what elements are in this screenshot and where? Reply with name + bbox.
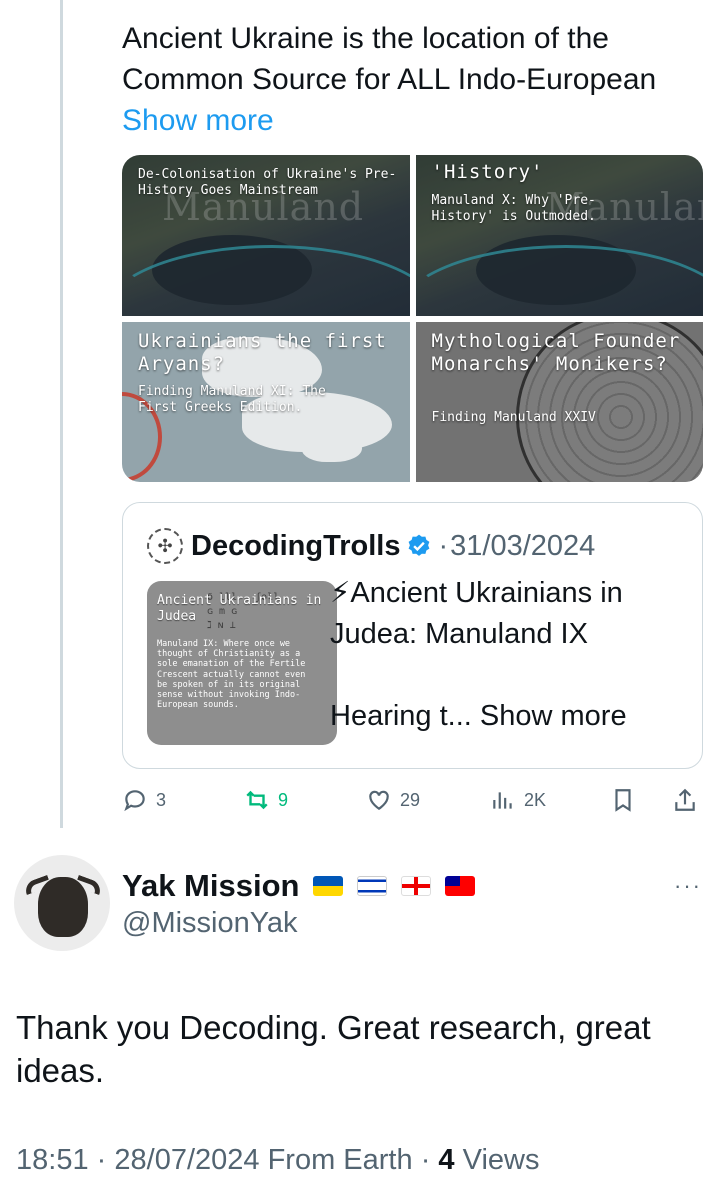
flag-taiwan-icon: [445, 876, 476, 896]
media-title: Mythological Founder Monarchs' Monikers?: [431, 329, 681, 376]
like-button[interactable]: 29: [366, 787, 420, 813]
heart-icon: [369, 790, 389, 810]
views-count: 2K: [524, 789, 547, 810]
views-icon: [493, 792, 512, 809]
media-title: Ukrainians the first Aryans?: [138, 329, 387, 376]
retweet-count: 9: [278, 789, 289, 810]
quote-avatar[interactable]: ✣: [147, 528, 183, 564]
quote-header: ✣ DecodingTrolls · 31/03/2024: [147, 528, 595, 564]
thumb-title: Ancient Ukrainians in Judea: [157, 593, 322, 625]
share-button[interactable]: [672, 787, 706, 813]
reply-icon: [124, 790, 145, 812]
retweet-button[interactable]: 9: [244, 787, 288, 813]
avatar[interactable]: [14, 855, 110, 951]
show-more-link[interactable]: Show more: [122, 104, 274, 137]
quote-date[interactable]: 31/03/2024: [450, 530, 595, 563]
reply-button[interactable]: 3: [122, 787, 166, 813]
views-number: 4: [438, 1144, 455, 1176]
media-caption: Manuland X: Why 'Pre-History' is Outmode…: [431, 193, 596, 225]
media-tile-3[interactable]: Ukrainians the first Aryans? Finding Man…: [122, 321, 410, 482]
media-caption: De-Colonisation of Ukraine's Pre-History…: [138, 167, 397, 199]
media-tile-4[interactable]: Mythological Founder Monarchs' Monikers?…: [415, 321, 703, 482]
post-source: From Earth: [267, 1144, 413, 1176]
post-text: Ancient Ukraine is the location of the C…: [122, 18, 682, 141]
quote-line-1: ⚡Ancient Ukrainians in Judea: Manuland I…: [330, 577, 623, 650]
media-caption: Finding Manuland XXIV: [431, 409, 596, 425]
flag-israel-icon: [357, 876, 388, 896]
quoted-post[interactable]: ✣ DecodingTrolls · 31/03/2024 б lll ʃoll…: [122, 502, 703, 769]
action-bar: 3 9 29 2K: [122, 787, 703, 817]
views-label: Views: [462, 1144, 540, 1176]
post-meta: 18:51 · 28/07/2024 From Earth · 4 Views: [16, 1144, 540, 1176]
author-handle[interactable]: @MissionYak: [122, 907, 298, 940]
media-caption: Finding Manuland XI: The First Greeks Ed…: [138, 383, 326, 415]
media-tile-2[interactable]: Manuland 'History' Manuland X: Why 'Pre-…: [415, 155, 703, 316]
retweet-icon: [246, 790, 268, 810]
author-name: Yak Mission: [122, 868, 300, 903]
quote-author[interactable]: DecodingTrolls: [191, 530, 400, 563]
reply-author[interactable]: Yak Mission: [122, 868, 476, 904]
post-body: Ancient Ukraine is the location of the C…: [122, 22, 657, 96]
quote-separator: ·: [438, 529, 449, 562]
yak-icon: [38, 877, 88, 937]
reply-text: Thank you Decoding. Great research, grea…: [16, 1009, 651, 1089]
verified-badge-icon: [409, 534, 430, 556]
share-icon: [675, 788, 695, 811]
quote-line-2: Hearing t... Show more: [330, 700, 627, 732]
thread-line: [60, 0, 63, 828]
flag-georgia-icon: [401, 876, 432, 896]
like-count: 29: [400, 789, 421, 810]
bookmark-icon: [615, 789, 631, 812]
media-grid[interactable]: Manuland De-Colonisation of Ukraine's Pr…: [122, 155, 703, 482]
media-title: 'History': [431, 161, 544, 183]
quote-show-more[interactable]: Show more: [480, 700, 627, 732]
quote-thumbnail[interactable]: б lll ʃoll ɢ m ɢℷ ɴ ⊥ Ancient Ukrainians …: [147, 581, 337, 745]
media-tile-1[interactable]: Manuland De-Colonisation of Ukraine's Pr…: [122, 155, 410, 316]
quote-text: ⚡Ancient Ukrainians in Judea: Manuland I…: [330, 573, 690, 737]
flag-ukraine-icon: [313, 876, 344, 896]
post-date[interactable]: 28/07/2024: [114, 1144, 259, 1176]
post-time[interactable]: 18:51: [16, 1144, 89, 1176]
bookmark-button[interactable]: [610, 787, 644, 813]
more-options-icon[interactable]: ···: [674, 873, 702, 899]
thumb-text: Manuland IX: Where once we thought of Ch…: [157, 639, 306, 711]
views-button[interactable]: 2K: [490, 787, 546, 813]
reply-count: 3: [156, 789, 167, 810]
